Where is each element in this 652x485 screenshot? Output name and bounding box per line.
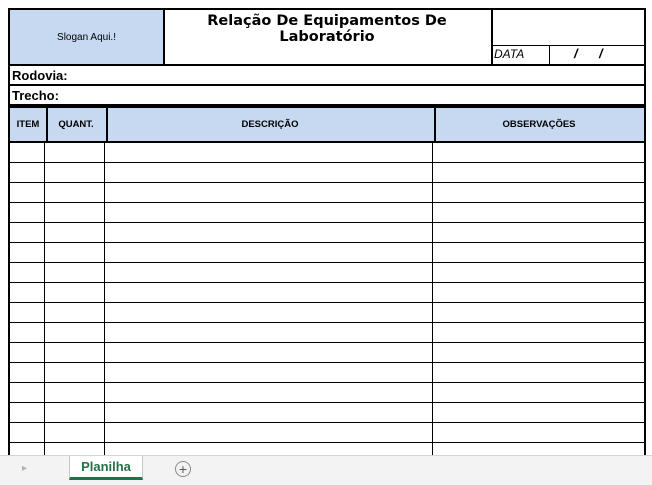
sheet-tab-label: Planilha [81,459,131,474]
table-row[interactable] [8,383,646,403]
cell-divider [44,343,45,362]
cell-divider [44,163,45,182]
logo-slogan-text: Slogan Aqui.! [57,31,116,43]
logo-slogan-cell[interactable]: Slogan Aqui.! [8,8,165,66]
table-header-row: ITEM QUANT. DESCRIÇÃO OBSERVAÇÕES [8,106,646,143]
plus-icon: + [178,461,188,477]
sheet-tab-bar: ▸ Planilha + [0,455,652,485]
rodovia-row[interactable]: Rodovia: [8,66,646,86]
cell-divider [104,443,105,455]
date-slash-1: / [574,46,578,61]
cell-divider [44,323,45,342]
cell-divider [44,423,45,442]
cell-divider [432,223,433,242]
table-row[interactable] [8,163,646,183]
cell-divider [44,243,45,262]
table-row[interactable] [8,263,646,283]
cell-divider [432,383,433,402]
column-header-quant[interactable]: QUANT. [46,108,108,141]
scroll-tabs-left-icon[interactable]: ▸ [22,463,27,474]
cell-divider [104,223,105,242]
table-row[interactable] [8,403,646,423]
column-header-observacoes-label: OBSERVAÇÕES [502,119,576,130]
cell-divider [104,183,105,202]
cell-divider [432,323,433,342]
cell-divider [44,263,45,282]
cell-divider [44,443,45,455]
cell-divider [432,423,433,442]
column-header-descricao[interactable]: DESCRIÇÃO [106,108,436,141]
spreadsheet-grid: Slogan Aqui.! Relação De Equipamentos De… [0,0,652,455]
date-cell[interactable]: DATA / / [491,45,646,66]
trecho-label: Trecho: [12,88,59,103]
table-row[interactable] [8,423,646,443]
cell-divider [44,183,45,202]
cell-divider [104,243,105,262]
cell-divider [104,423,105,442]
trecho-row[interactable]: Trecho: [8,86,646,106]
cell-divider [44,363,45,382]
header-blank-cell[interactable] [491,8,646,46]
sheet-tab-planilha[interactable]: Planilha [69,456,143,480]
table-row[interactable] [8,363,646,383]
cell-divider [432,143,433,162]
column-header-item-label: ITEM [16,119,40,130]
date-slash-2: / [599,46,603,61]
rodovia-label: Rodovia: [12,68,68,83]
table-row[interactable] [8,443,646,455]
table-row[interactable] [8,323,646,343]
cell-divider [432,163,433,182]
column-header-descricao-label: DESCRIÇÃO [241,119,299,130]
table-row[interactable] [8,183,646,203]
cell-divider [44,203,45,222]
cell-divider [432,183,433,202]
table-row[interactable] [8,143,646,163]
table-row[interactable] [8,203,646,223]
cell-divider [432,283,433,302]
title-cell[interactable]: Relação De Equipamentos De Laboratório [163,8,493,66]
page-title: Relação De Equipamentos De Laboratório [207,13,447,45]
table-row[interactable] [8,303,646,323]
cell-divider [104,303,105,322]
cell-divider [44,303,45,322]
cell-divider [432,363,433,382]
column-header-observacoes[interactable]: OBSERVAÇÕES [434,108,644,141]
cell-divider [432,443,433,455]
cell-divider [104,383,105,402]
cell-divider [44,223,45,242]
date-label: DATA [494,47,525,61]
date-divider [549,45,550,64]
cell-divider [44,143,45,162]
cell-divider [104,323,105,342]
cell-divider [432,203,433,222]
cell-divider [104,263,105,282]
table-row[interactable] [8,283,646,303]
column-header-quant-label: QUANT. [58,119,94,130]
table-row[interactable] [8,243,646,263]
add-sheet-icon[interactable]: + [175,461,191,477]
cell-divider [104,283,105,302]
cell-divider [432,263,433,282]
cell-divider [104,143,105,162]
cell-divider [104,343,105,362]
cell-divider [432,243,433,262]
table-row[interactable] [8,343,646,363]
cell-divider [104,163,105,182]
cell-divider [104,203,105,222]
cell-divider [432,343,433,362]
cell-divider [432,303,433,322]
cell-divider [44,283,45,302]
cell-divider [432,403,433,422]
cell-divider [44,403,45,422]
column-header-item[interactable]: ITEM [10,108,48,141]
cell-divider [104,403,105,422]
table-row[interactable] [8,223,646,243]
cell-divider [104,363,105,382]
cell-divider [44,383,45,402]
